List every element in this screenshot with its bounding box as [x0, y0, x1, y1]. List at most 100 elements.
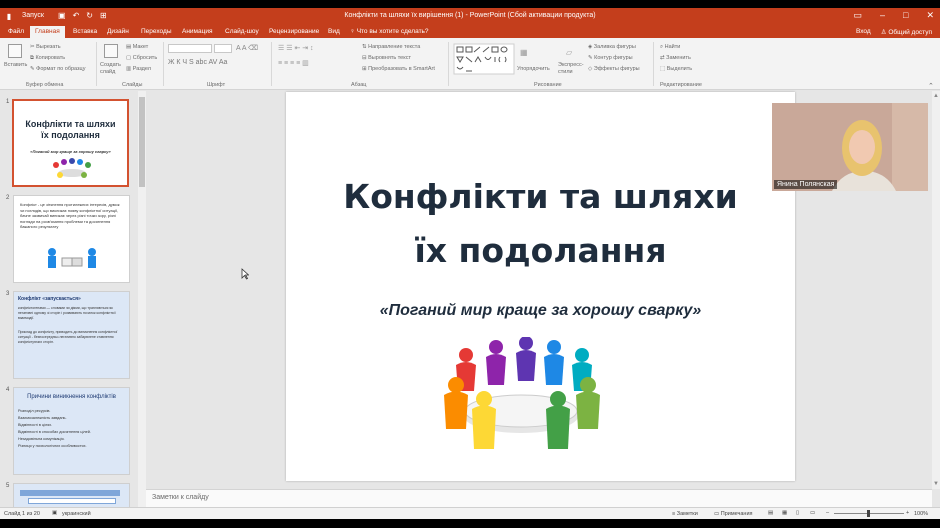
- slide-thumbnail-1[interactable]: Конфлікти та шляхи їх подолання «Поганий…: [12, 99, 129, 187]
- shape-fill-button[interactable]: ◈ Заливка фигуры: [588, 44, 636, 50]
- tab-view[interactable]: Вид: [328, 28, 340, 35]
- slide-scrollbar[interactable]: ▲ ▼: [932, 91, 940, 489]
- spellcheck-icon[interactable]: ▣: [52, 510, 57, 516]
- find-button[interactable]: ⌕ Найти: [660, 44, 680, 51]
- tab-transitions[interactable]: Переходы: [141, 28, 172, 35]
- tab-home[interactable]: Главная: [30, 26, 65, 38]
- thumb1-subtitle: «Поганий мир краще за хорошу сварку»: [30, 149, 111, 154]
- quick-styles-button[interactable]: Экспресс-стили: [558, 62, 584, 76]
- reset-button[interactable]: ▢ Сбросить: [126, 55, 157, 61]
- shapes-gallery[interactable]: [452, 42, 516, 76]
- font-size-dropdown[interactable]: [214, 44, 232, 53]
- screen-bottom-bar: [0, 519, 940, 528]
- thumbnail-scrollbar[interactable]: [138, 91, 146, 507]
- window-controls: ▭ – □ ✕: [853, 10, 934, 21]
- align-text-button[interactable]: ⊟ Выровнять текст: [362, 55, 411, 61]
- comments-toggle-button[interactable]: ▭ Примечания: [714, 511, 753, 517]
- close-icon[interactable]: ✕: [926, 10, 934, 21]
- ribbon-separator: [653, 42, 654, 86]
- thumb-number: 4: [6, 387, 10, 393]
- zoom-in-icon[interactable]: +: [906, 510, 909, 516]
- thumb4-title: Причини виникнення конфліктів: [27, 394, 116, 400]
- cut-button[interactable]: ✂ Вырезать: [30, 44, 61, 50]
- font-grow-icon[interactable]: A A ⌫: [236, 44, 258, 52]
- video-call-overlay[interactable]: Янина Полянская: [772, 103, 928, 191]
- scroll-down-icon[interactable]: ▼: [933, 481, 939, 487]
- ribbon-options-icon[interactable]: ▭: [853, 10, 862, 21]
- title-bar: ▮ Запуск ▣ ↶ ↻ ⊞ Конфлікти та шляхи їх в…: [0, 8, 940, 25]
- thumb4-list: Розподіл ресурсів. Взаємозалежність завд…: [18, 408, 125, 450]
- slide-thumbnail-3[interactable]: Конфлікт «запускається» конфліктогенами …: [13, 291, 130, 379]
- paste-button[interactable]: Вставить: [4, 62, 27, 68]
- text-direction-button[interactable]: ⇅ Направление текста: [362, 44, 420, 50]
- drawing-group-label: Рисование: [534, 82, 562, 88]
- tab-design[interactable]: Дизайн: [107, 28, 129, 35]
- replace-button[interactable]: ⇄ Заменить: [660, 55, 691, 61]
- ribbon-tabs: Файл Главная Вставка Дизайн Переходы Ани…: [0, 25, 940, 38]
- slideshow-view-icon[interactable]: ▭: [810, 510, 815, 516]
- slide-title[interactable]: Конфлікти та шляхи їх подолання: [286, 170, 795, 278]
- scrollbar-thumb[interactable]: [139, 97, 145, 187]
- align-icons[interactable]: ≡ ≡ ≡ ≡ ▥: [278, 59, 309, 67]
- tab-slideshow[interactable]: Слайд-шоу: [225, 28, 259, 35]
- paste-icon[interactable]: [8, 44, 22, 58]
- thumb-number: 2: [6, 195, 10, 201]
- notes-toggle-button[interactable]: ≡ Заметки: [672, 511, 698, 517]
- select-button[interactable]: ⬚ Выделить: [660, 66, 692, 72]
- minimize-icon[interactable]: –: [880, 10, 885, 21]
- language-indicator[interactable]: украинский: [62, 511, 91, 517]
- shape-effects-button[interactable]: ◇ Эффекты фигуры: [588, 66, 640, 72]
- ribbon-separator: [96, 42, 97, 86]
- editing-group-label: Редактирование: [660, 82, 702, 88]
- copy-button[interactable]: ⧉ Копировать: [30, 55, 65, 62]
- notes-pane[interactable]: Заметки к слайду: [146, 489, 932, 507]
- arrange-button[interactable]: Упорядочить: [517, 66, 550, 72]
- scroll-up-icon[interactable]: ▲: [933, 93, 939, 99]
- reading-view-icon[interactable]: ▯: [796, 510, 799, 516]
- zoom-slider[interactable]: [834, 510, 904, 517]
- slide-subtitle[interactable]: «Поганий мир краще за хорошу сварку»: [286, 302, 795, 320]
- thumb4-item: Розподіл ресурсів.: [18, 409, 51, 413]
- new-slide-button[interactable]: Создать слайд: [100, 62, 124, 76]
- slide-sorter-icon[interactable]: ▦: [782, 510, 787, 516]
- team-circle-image[interactable]: [426, 337, 616, 467]
- clipboard-group-label: Буфер обмена: [26, 82, 64, 88]
- share-button[interactable]: ♙ Общий доступ: [881, 28, 932, 36]
- tell-me-box[interactable]: ♀ Что вы хотите сделать?: [350, 28, 429, 35]
- maximize-icon[interactable]: □: [903, 10, 908, 21]
- cursor-icon: ⬚: [660, 66, 667, 72]
- format-painter-button[interactable]: ✎ Формат по образцу: [30, 66, 85, 72]
- lightbulb-icon: ♀: [350, 28, 357, 35]
- section-button[interactable]: ▥ Раздел: [126, 66, 151, 72]
- slide-canvas[interactable]: Конфлікти та шляхи їх подолання «Поганий…: [286, 92, 795, 481]
- zoom-slider-handle[interactable]: [867, 510, 870, 517]
- section-icon: ▥: [126, 66, 133, 72]
- notes-placeholder: Заметки к слайду: [152, 494, 209, 501]
- collapse-ribbon-icon[interactable]: ⌃: [928, 82, 934, 90]
- ribbon: Вставить ✂ Вырезать ⧉ Копировать ✎ Форма…: [0, 38, 940, 90]
- arrange-icon[interactable]: ▦: [520, 48, 528, 57]
- font-name-dropdown[interactable]: [168, 44, 212, 53]
- layout-button[interactable]: ▤ Макет: [126, 44, 148, 50]
- tab-review[interactable]: Рецензирование: [269, 28, 319, 35]
- shape-outline-button[interactable]: ✎ Контур фигуры: [588, 55, 633, 61]
- slide-thumbnail-2[interactable]: Конфлікт - це зіткнення протилежних інте…: [13, 195, 130, 283]
- new-slide-icon[interactable]: [104, 44, 118, 58]
- account-area: Вход ♙ Общий доступ: [856, 28, 932, 36]
- list-icons[interactable]: ☰ ☰ ⇤ ⇥ ↕: [278, 44, 314, 52]
- slide-thumbnail-4[interactable]: Причини виникнення конфліктів Розподіл р…: [13, 387, 130, 475]
- zoom-level[interactable]: 100%: [914, 511, 928, 517]
- convert-smartart-button[interactable]: ⊞ Преобразовать в SmartArt: [362, 66, 435, 72]
- thumb3-text1: конфліктогенами — словами чи діями, що т…: [18, 306, 116, 320]
- tab-insert[interactable]: Вставка: [73, 28, 97, 35]
- comment-icon: ▭: [714, 511, 721, 517]
- thumb2-text: Конфлікт - це зіткнення протилежних інте…: [20, 202, 120, 229]
- font-format-icons[interactable]: Ж К Ч S abc AV Aa: [168, 59, 227, 66]
- zoom-out-icon[interactable]: –: [826, 510, 829, 516]
- normal-view-icon[interactable]: ▤: [768, 510, 773, 516]
- tab-animations[interactable]: Анимация: [182, 28, 213, 35]
- thumb-number: 5: [6, 483, 10, 489]
- quick-styles-icon[interactable]: ▱: [566, 48, 572, 57]
- signin-link[interactable]: Вход: [856, 28, 871, 36]
- tab-file[interactable]: Файл: [8, 28, 24, 35]
